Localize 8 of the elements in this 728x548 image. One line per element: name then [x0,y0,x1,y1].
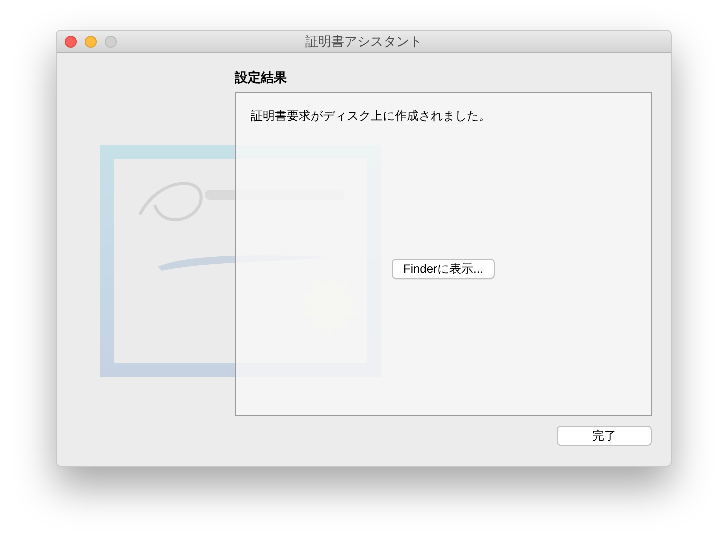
window-title: 証明書アシスタント [306,32,422,51]
zoom-button[interactable] [105,36,117,48]
done-button[interactable]: 完了 [557,426,652,446]
close-button[interactable] [65,36,77,48]
minimize-button[interactable] [85,36,97,48]
status-message: 証明書要求がディスク上に作成されました。 [251,109,491,123]
show-in-finder-button[interactable]: Finderに表示... [392,258,494,278]
heading: 設定結果 [235,70,288,86]
